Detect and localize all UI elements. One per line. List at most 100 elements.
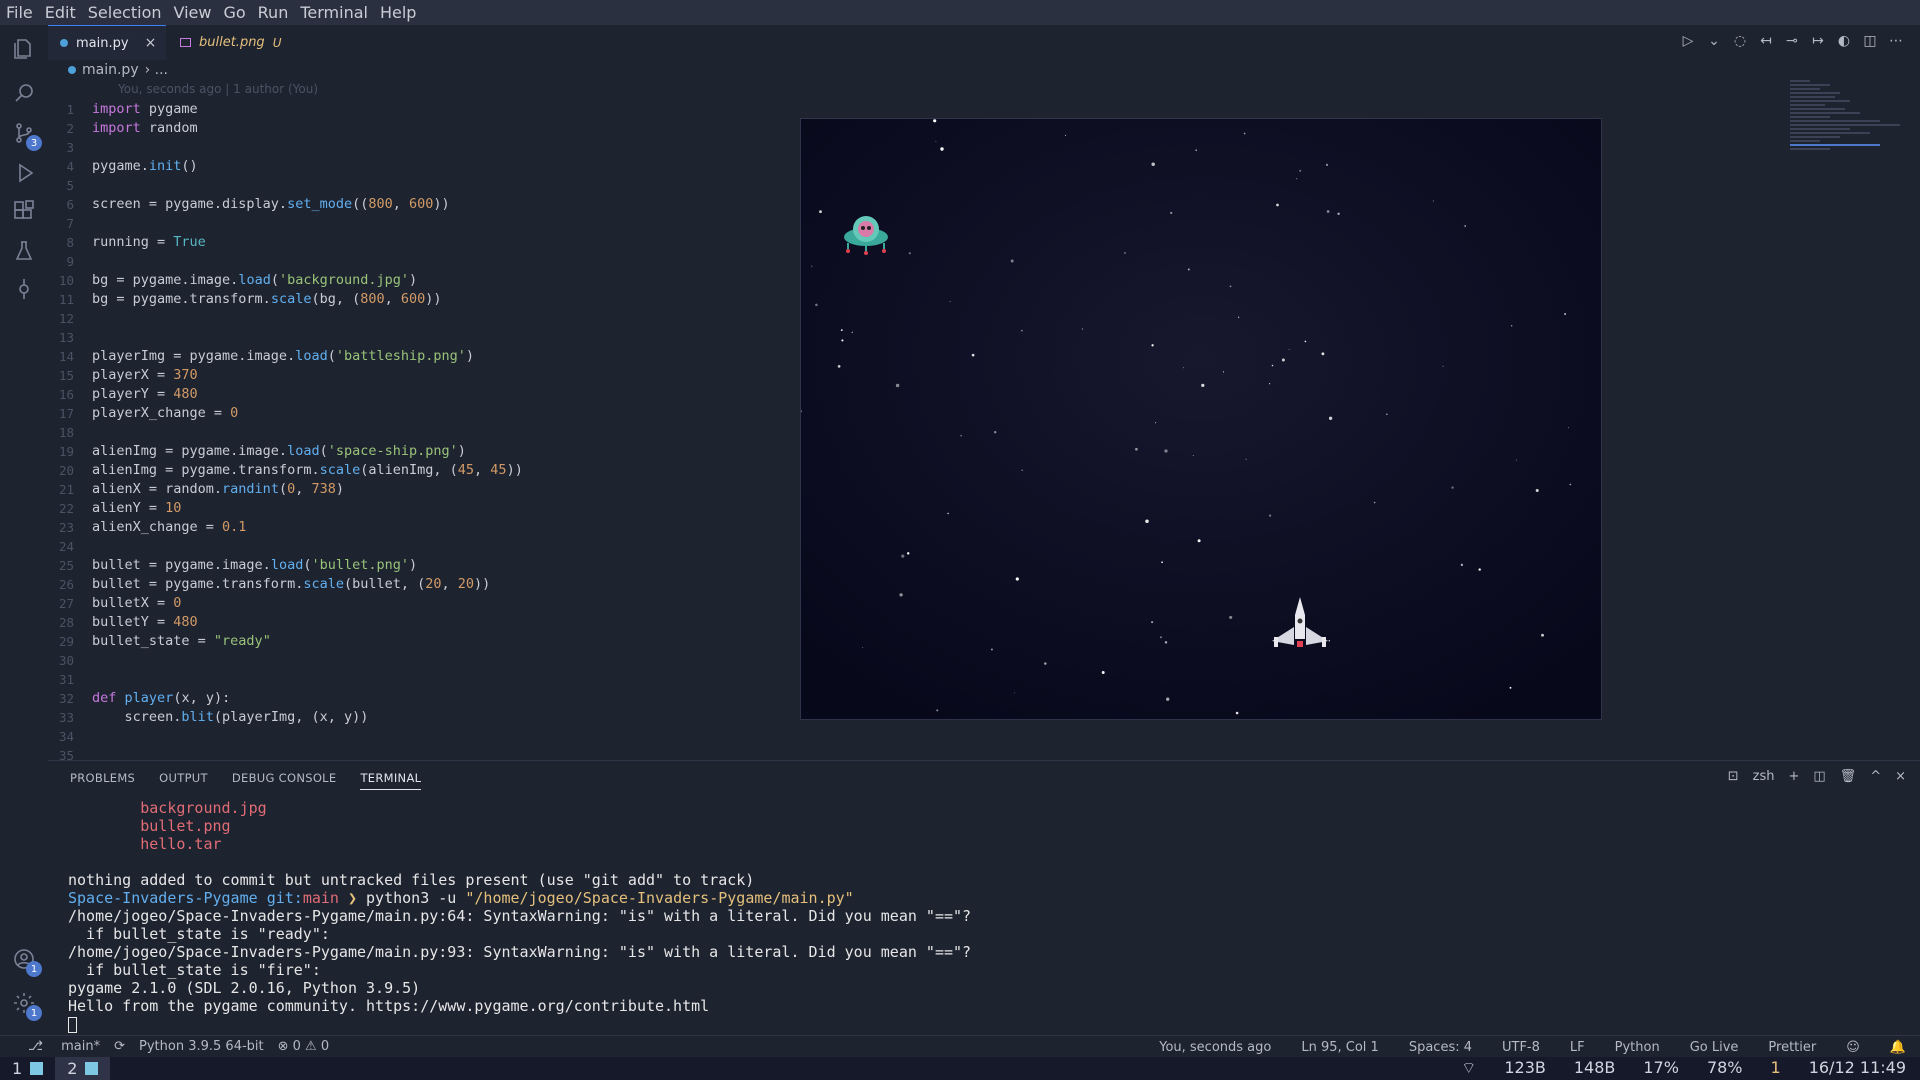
notifications-bell-icon[interactable]: 🔔 xyxy=(1890,1040,1906,1055)
git-next-icon[interactable]: ↦ xyxy=(1810,33,1826,49)
accounts-icon[interactable]: 1 xyxy=(12,947,42,977)
git-branch-status[interactable]: ⎇ main* xyxy=(14,1039,100,1054)
workspace-2[interactable]: 2 xyxy=(55,1057,111,1080)
code-line[interactable]: 22 alienY = 10 xyxy=(48,499,800,518)
breadcrumb-file[interactable]: main.py xyxy=(82,62,139,78)
pygame-window[interactable] xyxy=(800,118,1602,720)
end-of-line[interactable]: LF xyxy=(1570,1040,1585,1055)
python-interpreter[interactable]: Python 3.9.5 64-bit xyxy=(139,1039,264,1054)
code-line[interactable]: 15 playerX = 370 xyxy=(48,366,800,385)
code-line[interactable]: 3 xyxy=(48,138,800,157)
code-line[interactable]: 1 import pygame xyxy=(48,100,800,119)
menu-edit[interactable]: Edit xyxy=(45,3,76,22)
code-line[interactable]: 4 pygame.init() xyxy=(48,157,800,176)
code-line[interactable]: 32 def player(x, y): xyxy=(48,689,800,708)
code-line[interactable]: 27 bulletX = 0 xyxy=(48,594,800,613)
explorer-icon[interactable] xyxy=(12,37,36,61)
tab-problems[interactable]: PROBLEMS xyxy=(70,771,135,790)
code-line[interactable]: 23 alienX_change = 0.1 xyxy=(48,518,800,537)
indentation[interactable]: Spaces: 4 xyxy=(1409,1040,1472,1055)
menu-help[interactable]: Help xyxy=(380,3,416,22)
run-file-icon[interactable]: ▷ xyxy=(1680,33,1696,49)
code-line[interactable]: 10 bg = pygame.image.load('background.jpg… xyxy=(48,271,800,290)
wifi-icon[interactable]: ⌔ xyxy=(1461,1058,1476,1078)
split-editor-icon[interactable]: ◫ xyxy=(1862,33,1878,49)
search-icon[interactable] xyxy=(12,81,36,105)
notification-count[interactable]: 1 xyxy=(1771,1058,1781,1078)
code-line[interactable]: 33 screen.blit(playerImg, (x, y)) xyxy=(48,708,800,727)
sync-icon[interactable]: ⟳ xyxy=(114,1039,125,1054)
git-compare-icon[interactable]: ◌ xyxy=(1732,33,1748,49)
maximize-panel-icon[interactable]: ^ xyxy=(1870,769,1881,784)
menu-run[interactable]: Run xyxy=(258,3,289,22)
encoding[interactable]: UTF-8 xyxy=(1502,1040,1540,1055)
battery-level[interactable]: 78% xyxy=(1707,1058,1743,1078)
problems-count[interactable]: ⊗ 0 ⚠ 0 xyxy=(278,1039,330,1054)
code-line[interactable]: 17 playerX_change = 0 xyxy=(48,404,800,423)
code-line[interactable]: 21 alienX = random.randint(0, 738) xyxy=(48,480,800,499)
testing-flask-icon[interactable] xyxy=(12,239,36,263)
menu-go[interactable]: Go xyxy=(223,3,245,22)
menu-file[interactable]: File xyxy=(6,3,33,22)
menu-terminal[interactable]: Terminal xyxy=(300,3,368,22)
more-actions-icon[interactable]: ⋯ xyxy=(1888,33,1904,49)
extensions-icon[interactable] xyxy=(12,199,36,223)
language-mode[interactable]: Python xyxy=(1615,1040,1660,1055)
workspace-1[interactable]: 1 xyxy=(0,1057,55,1080)
terminal-output[interactable]: background.jpg bullet.png hello.tar noth… xyxy=(68,799,971,1033)
minimap[interactable] xyxy=(1790,80,1910,280)
go-live-button[interactable]: Go Live xyxy=(1690,1040,1739,1055)
close-panel-icon[interactable]: × xyxy=(1895,769,1906,784)
new-terminal-icon[interactable]: + xyxy=(1788,769,1799,784)
code-line[interactable]: 19 alienImg = pygame.image.load('space-sh… xyxy=(48,442,800,461)
kill-terminal-icon[interactable]: 🗑 xyxy=(1840,769,1857,784)
code-line[interactable]: 24 xyxy=(48,537,800,556)
terminal-shell-label[interactable]: zsh xyxy=(1753,769,1775,784)
tab-close-button[interactable]: × xyxy=(145,35,157,51)
tab-main-py[interactable]: main.py × xyxy=(48,25,166,60)
feedback-icon[interactable]: ☺ xyxy=(1846,1040,1860,1055)
code-line[interactable]: 20 alienImg = pygame.transform.scale(alie… xyxy=(48,461,800,480)
code-line[interactable]: 6 screen = pygame.display.set_mode((800, … xyxy=(48,195,800,214)
code-line[interactable]: 18 xyxy=(48,423,800,442)
breadcrumb-rest[interactable]: › ... xyxy=(145,62,168,78)
breadcrumb[interactable]: main.py › ... xyxy=(68,62,168,78)
code-line[interactable]: 12 xyxy=(48,309,800,328)
code-line[interactable]: 26 bullet = pygame.transform.scale(bullet… xyxy=(48,575,800,594)
code-editor[interactable]: 1 import pygame 2 import random 3 4 pygame.ini… xyxy=(48,100,800,763)
code-line[interactable]: 7 xyxy=(48,214,800,233)
prettier-status[interactable]: Prettier xyxy=(1768,1040,1816,1055)
code-line[interactable]: 31 xyxy=(48,670,800,689)
chevron-down-icon[interactable]: ⌄ xyxy=(1706,33,1722,49)
menu-view[interactable]: View xyxy=(174,3,212,22)
settings-gear-icon[interactable]: 1 xyxy=(12,991,42,1021)
code-line[interactable]: 2 import random xyxy=(48,119,800,138)
code-line[interactable]: 16 playerY = 480 xyxy=(48,385,800,404)
clock[interactable]: 16/12 11:49 xyxy=(1809,1058,1906,1078)
git-commit-icon[interactable] xyxy=(12,277,36,301)
code-line[interactable]: 28 bulletY = 480 xyxy=(48,613,800,632)
code-line[interactable]: 29 bullet_state = "ready" xyxy=(48,632,800,651)
code-line[interactable]: 34 xyxy=(48,727,800,746)
code-line[interactable]: 8 running = True xyxy=(48,233,800,252)
tab-debug-console[interactable]: DEBUG CONSOLE xyxy=(232,771,337,790)
split-terminal-icon[interactable]: ◫ xyxy=(1813,769,1825,784)
code-line[interactable]: 5 xyxy=(48,176,800,195)
source-control-icon[interactable]: 3 xyxy=(12,121,42,151)
blame-status[interactable]: You, seconds ago xyxy=(1159,1040,1271,1055)
open-changes-icon[interactable]: ◐ xyxy=(1836,33,1852,49)
code-line[interactable]: 9 xyxy=(48,252,800,271)
git-previous-icon[interactable]: ↤ xyxy=(1758,33,1774,49)
tab-bullet-png[interactable]: bullet.png U xyxy=(166,25,296,60)
cursor-position[interactable]: Ln 95, Col 1 xyxy=(1301,1040,1378,1055)
code-line[interactable]: 14 playerImg = pygame.image.load('battles… xyxy=(48,347,800,366)
code-line[interactable]: 30 xyxy=(48,651,800,670)
tab-output[interactable]: OUTPUT xyxy=(159,771,208,790)
run-debug-icon[interactable] xyxy=(12,161,36,185)
code-line[interactable]: 13 xyxy=(48,328,800,347)
git-commit-node-icon[interactable]: ⊸ xyxy=(1784,33,1800,49)
code-line[interactable]: 11 bg = pygame.transform.scale(bg, (800, … xyxy=(48,290,800,309)
menu-selection[interactable]: Selection xyxy=(88,3,162,22)
tab-terminal[interactable]: TERMINAL xyxy=(360,771,422,790)
code-line[interactable]: 25 bullet = pygame.image.load('bullet.png… xyxy=(48,556,800,575)
